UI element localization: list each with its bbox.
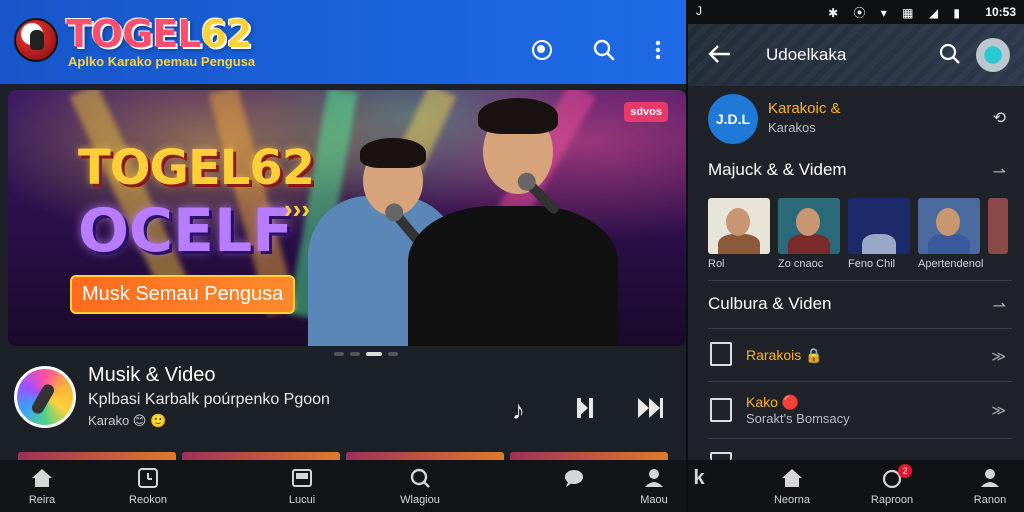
chat-icon — [563, 468, 585, 488]
library-icon — [291, 468, 313, 488]
status-clock: 10:53 — [985, 5, 1016, 19]
thumb-label: Rol — [708, 258, 725, 270]
cast-icon[interactable] — [528, 36, 556, 64]
divider — [708, 328, 1012, 329]
thumb-label: Apertendenol — [918, 258, 984, 270]
sync-icon[interactable]: ⟲ — [993, 108, 1006, 128]
banner-tag: sdvos — [624, 102, 668, 122]
nav-profile[interactable]: Maou — [628, 460, 680, 512]
list-item-arrow-icon: ≫ — [991, 348, 1006, 364]
detail-header: Udoelkaka — [688, 24, 1024, 86]
detail-title: Udoelkaka — [766, 45, 847, 64]
divider — [708, 438, 1012, 439]
carousel-dot[interactable] — [334, 352, 344, 356]
list-item-arrow-icon: ≫ — [991, 402, 1006, 418]
nav-home[interactable]: Neorna — [768, 460, 816, 512]
singer-hair — [478, 98, 558, 134]
list-item-subtitle: Sorakt's Bomsacy — [746, 411, 850, 426]
section-title-culture: Culbura & Viden — [708, 294, 832, 313]
now-playing-meta: Karako 😊 🙂 — [88, 413, 167, 428]
brand-logo-icon — [14, 18, 58, 62]
video-thumb[interactable] — [918, 198, 980, 254]
nav-profile[interactable]: Ranon — [966, 460, 1014, 512]
section-title-music: Majuck & & Videm — [708, 160, 847, 179]
singer-hair — [360, 138, 426, 168]
checkbox-icon[interactable] — [710, 452, 732, 460]
nav-alerts[interactable]: 2 Raproon — [868, 460, 916, 512]
profile-icon — [979, 468, 1001, 488]
nav-chat[interactable] — [548, 460, 600, 512]
list-item[interactable]: Rarakois 🔒 ≫ — [688, 330, 1024, 380]
search-icon[interactable] — [590, 36, 618, 64]
video-thumb[interactable] — [988, 198, 1008, 254]
k-icon: k — [693, 467, 705, 489]
document-icon — [710, 342, 732, 366]
video-thumbnails — [708, 198, 1018, 254]
bottom-navigation: Reira Reokon Lucui Wlagiou Maou — [0, 460, 686, 512]
divider — [708, 280, 1012, 281]
featured-banner[interactable]: TOGEL62 OCELF ››› Musk Semau Pengusa sdv… — [8, 90, 686, 346]
checkbox-icon[interactable] — [710, 398, 732, 422]
nav-explore[interactable]: Wlagiou — [394, 460, 446, 512]
music-note-icon[interactable]: ♪ — [512, 395, 525, 426]
detail-pane: J ✱ ⦿ ▾ ▦ ◢ ▮ 10:53 Udoelkaka J.D.L Kara… — [686, 0, 1024, 512]
profile-badge: J.D.L — [708, 94, 758, 144]
history-icon — [137, 468, 159, 488]
nav-library[interactable]: Lucui — [276, 460, 328, 512]
carousel-dot[interactable] — [350, 352, 360, 356]
nav-home[interactable]: Reira — [16, 460, 68, 512]
banner-cta-pill[interactable]: Musk Semau Pengusa — [70, 275, 296, 314]
carousel-dot[interactable] — [388, 352, 398, 356]
profile-name: Karakoic & — [768, 100, 841, 117]
now-playing-subtitle: Kplbasi Karbalk poúrpenko Pgoon — [88, 391, 330, 408]
brand-subtitle: Aplko Karako pemau Pengusa — [68, 54, 256, 69]
carousel-indicator[interactable] — [334, 352, 398, 356]
banner-arrows: ››› — [284, 194, 310, 224]
app-root: TOGEL62 Aplko Karako pemau Pengusa TOGEL… — [0, 0, 1024, 512]
section-arrow-icon[interactable]: ⇀ — [993, 296, 1006, 316]
skip-icon[interactable] — [574, 395, 600, 428]
video-thumb-labels: Rol Zo cnaoc Feno Chil Apertendenol — [708, 258, 1018, 270]
profile-icon — [643, 468, 665, 488]
list-item-title: Kako 🔴 — [746, 394, 800, 410]
now-playing-title: Musik & Video — [88, 364, 216, 386]
explore-icon — [409, 468, 431, 488]
status-bar: J ✱ ⦿ ▾ ▦ ◢ ▮ 10:53 — [688, 0, 1024, 24]
divider — [708, 381, 1012, 382]
video-thumb[interactable] — [708, 198, 770, 254]
now-playing-artwork[interactable] — [14, 366, 76, 428]
detail-bottom-navigation: k Neorna 2 Raproon Ranon — [688, 460, 1024, 512]
status-left-indicator: J — [696, 4, 702, 18]
back-arrow-icon[interactable] — [706, 42, 732, 73]
banner-headline: TOGEL62 — [78, 140, 315, 196]
home-icon — [31, 468, 53, 488]
list-item[interactable]: Kako 🔴 Sorakt's Bomsacy ≫ — [688, 384, 1024, 434]
top-app-bar: TOGEL62 Aplko Karako pemau Pengusa — [0, 0, 686, 84]
profile-card[interactable]: J.D.L Karakoic & Karakos ⟲ — [688, 86, 1024, 152]
section-arrow-icon[interactable]: ⇀ — [993, 162, 1006, 182]
avatar[interactable] — [976, 38, 1010, 72]
search-icon[interactable] — [938, 42, 962, 72]
notification-badge: 2 — [898, 464, 912, 478]
thumb-label: Feno Chil — [848, 258, 896, 270]
profile-subtitle: Karakos — [768, 120, 816, 135]
brand-title: TOGEL62 — [66, 12, 252, 56]
video-thumb[interactable] — [778, 198, 840, 254]
singer-figure — [408, 206, 618, 346]
status-icons: ✱ ⦿ ▾ ▦ ◢ ▮ — [828, 6, 966, 20]
carousel-dot-active[interactable] — [366, 352, 382, 356]
nav-k[interactable]: k — [688, 460, 706, 512]
main-pane: TOGEL62 Aplko Karako pemau Pengusa TOGEL… — [0, 0, 686, 512]
home-icon — [781, 468, 803, 488]
nav-recent[interactable]: Reokon — [122, 460, 174, 512]
more-vert-icon[interactable] — [644, 36, 672, 64]
fast-forward-icon[interactable] — [636, 395, 664, 428]
banner-headline-secondary: OCELF — [78, 196, 294, 266]
list-item-title: Rarakois 🔒 — [746, 347, 823, 363]
thumb-label: Zo cnaoc — [778, 258, 824, 270]
video-thumb[interactable] — [848, 198, 910, 254]
